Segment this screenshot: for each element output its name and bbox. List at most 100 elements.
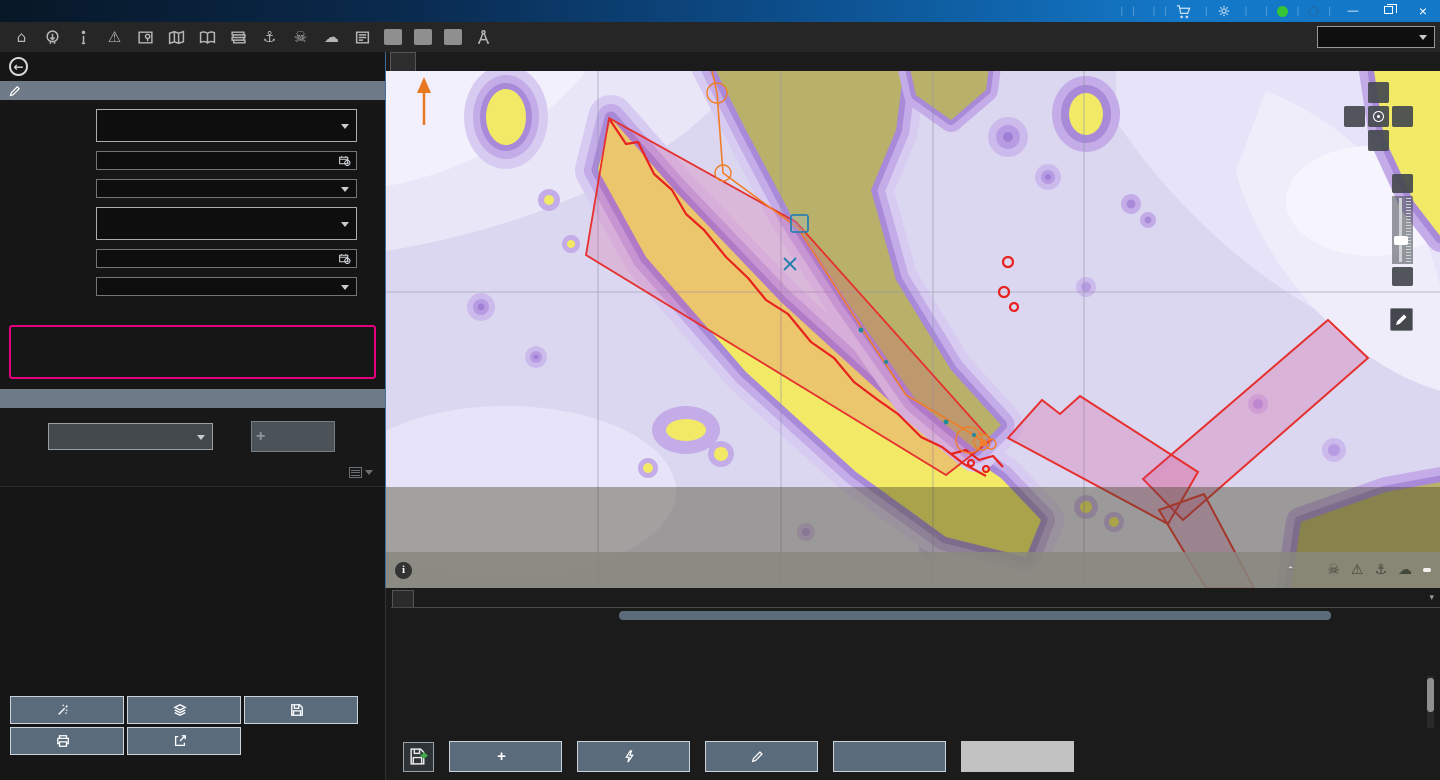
piracy-icon[interactable]: ☠ <box>286 25 315 49</box>
vertical-scrollbar[interactable] <box>1427 676 1434 728</box>
user-objects-header <box>0 389 385 408</box>
departure-select[interactable] <box>96 109 357 142</box>
user-object-type-select[interactable] <box>48 423 213 450</box>
gear-icon <box>1217 4 1231 18</box>
chevron-down-icon <box>341 124 349 129</box>
eta-input[interactable] <box>96 249 357 268</box>
pencil-icon <box>751 750 764 763</box>
pan-south-button[interactable] <box>1368 130 1389 151</box>
back-to-overview-button[interactable]: ← <box>0 52 385 81</box>
pan-west-button[interactable] <box>1344 106 1365 127</box>
printer-icon <box>56 734 70 748</box>
settings-button[interactable] <box>1217 4 1236 18</box>
layers-icon <box>173 703 187 717</box>
separator: | <box>1164 6 1167 17</box>
chart-status-bar: i ⌃ ☠ ⚠ ⚓ ☁ <box>386 552 1440 588</box>
horizontal-scrollbar[interactable] <box>619 611 1331 620</box>
theme-selector[interactable] <box>1317 26 1435 48</box>
eta-timezone-select[interactable] <box>96 277 357 296</box>
weather-layer-icon[interactable]: ☁ <box>1398 562 1412 578</box>
route-actions <box>0 696 385 780</box>
zoom-out-button[interactable] <box>1392 267 1413 286</box>
chart-view-panel: i ⌃ ☠ ⚠ ⚓ ☁ <box>385 52 1440 588</box>
overlay-products-button[interactable] <box>127 696 241 724</box>
create-event-button[interactable] <box>577 741 690 772</box>
pan-east-button[interactable] <box>1392 106 1413 127</box>
editing-tips-box <box>9 325 376 379</box>
save-route-button[interactable] <box>244 696 358 724</box>
calculate-ukc-button[interactable] <box>833 741 946 772</box>
center-ship-button[interactable] <box>1368 106 1389 127</box>
separator: | <box>1121 6 1124 17</box>
em-module-badge[interactable] <box>384 29 402 45</box>
user-objects-body: + <box>0 408 385 487</box>
pan-north-button[interactable] <box>1368 82 1389 103</box>
sync-status-icon <box>1308 6 1319 17</box>
connection-status-icon <box>1277 6 1288 17</box>
plus-icon: + <box>256 428 265 446</box>
tab-draft-waypoints[interactable] <box>392 590 414 607</box>
back-arrow-icon: ← <box>9 57 28 76</box>
save-export-button[interactable] <box>403 742 434 772</box>
pencil-icon <box>9 85 21 97</box>
arrival-select[interactable] <box>96 207 357 240</box>
separator: | <box>1153 6 1156 17</box>
nautical-chart[interactable] <box>386 71 1440 588</box>
routes-download-icon[interactable] <box>38 25 67 49</box>
em-layer-badge[interactable] <box>1423 568 1431 572</box>
maps-icon[interactable] <box>162 25 191 49</box>
export-route-button[interactable] <box>127 727 241 755</box>
warnings-icon[interactable]: ⚠ <box>100 25 129 49</box>
chart-catalogue-icon[interactable] <box>131 25 160 49</box>
display-menu[interactable]: ⌃ <box>1287 564 1295 576</box>
pencil-icon <box>1395 313 1408 326</box>
lc-module-badge[interactable] <box>444 29 462 45</box>
create-waypoint-button[interactable]: + <box>449 741 562 772</box>
anchorage-layer-icon[interactable]: ⚓ <box>1374 562 1387 578</box>
etd-input[interactable] <box>96 151 357 170</box>
optimise-button[interactable] <box>10 696 124 724</box>
zoom-slider-handle[interactable] <box>1394 236 1408 245</box>
lightning-icon <box>623 750 636 763</box>
weather-icon[interactable]: ☁ <box>317 25 346 49</box>
piracy-layer-icon[interactable]: ☠ <box>1327 562 1340 578</box>
voyage-planner-window: | | | | | | | | | — × ⌂ ⚠ ⚓ ☠ <box>0 0 1440 780</box>
grouping-options-button[interactable] <box>349 467 373 478</box>
zoom-slider[interactable] <box>1392 196 1413 264</box>
close-button[interactable]: × <box>1410 0 1436 22</box>
zoom-in-button[interactable] <box>1392 174 1413 193</box>
info-icon[interactable] <box>69 25 98 49</box>
publications-icon[interactable] <box>193 25 222 49</box>
news-icon[interactable] <box>348 25 377 49</box>
waypoints-panel: ▾ + <box>385 588 1440 780</box>
chevron-down-icon <box>197 435 205 440</box>
restore-button[interactable] <box>1375 0 1401 22</box>
edit-route-tool-button[interactable] <box>1390 308 1413 331</box>
cart-button[interactable] <box>1176 4 1196 19</box>
chart-canvas[interactable]: i ⌃ ☠ ⚠ ⚓ ☁ <box>386 71 1440 588</box>
pan-control <box>1344 82 1413 151</box>
chevron-down-icon[interactable]: ▾ <box>1429 592 1434 603</box>
chevron-down-icon <box>341 222 349 227</box>
create-user-object-button[interactable]: + <box>251 421 335 452</box>
print-waypoints-button[interactable] <box>10 727 124 755</box>
minimize-button[interactable]: — <box>1340 0 1366 22</box>
tab-chart-view[interactable] <box>390 52 416 71</box>
route-title-header <box>0 81 385 100</box>
anchorage-icon[interactable]: ⚓ <box>255 25 284 49</box>
chart-note-symbol[interactable] <box>791 215 808 232</box>
edit-button[interactable] <box>705 741 818 772</box>
info-icon[interactable]: i <box>395 562 412 579</box>
calendar-icon[interactable] <box>338 154 351 167</box>
window-title-bar: | | | | | | | | | — × <box>0 0 1440 22</box>
drawing-tools-icon[interactable] <box>469 25 498 49</box>
home-icon[interactable]: ⌂ <box>7 25 36 49</box>
plus-icon: + <box>497 748 506 765</box>
calendar-icon[interactable] <box>338 252 351 265</box>
separator: | <box>1205 6 1208 17</box>
warning-layer-icon[interactable]: ⚠ <box>1351 562 1364 578</box>
etd-timezone-select[interactable] <box>96 179 357 198</box>
r4s-module-badge[interactable] <box>414 29 432 45</box>
zoom-control <box>1392 174 1413 286</box>
library-icon[interactable] <box>224 25 253 49</box>
